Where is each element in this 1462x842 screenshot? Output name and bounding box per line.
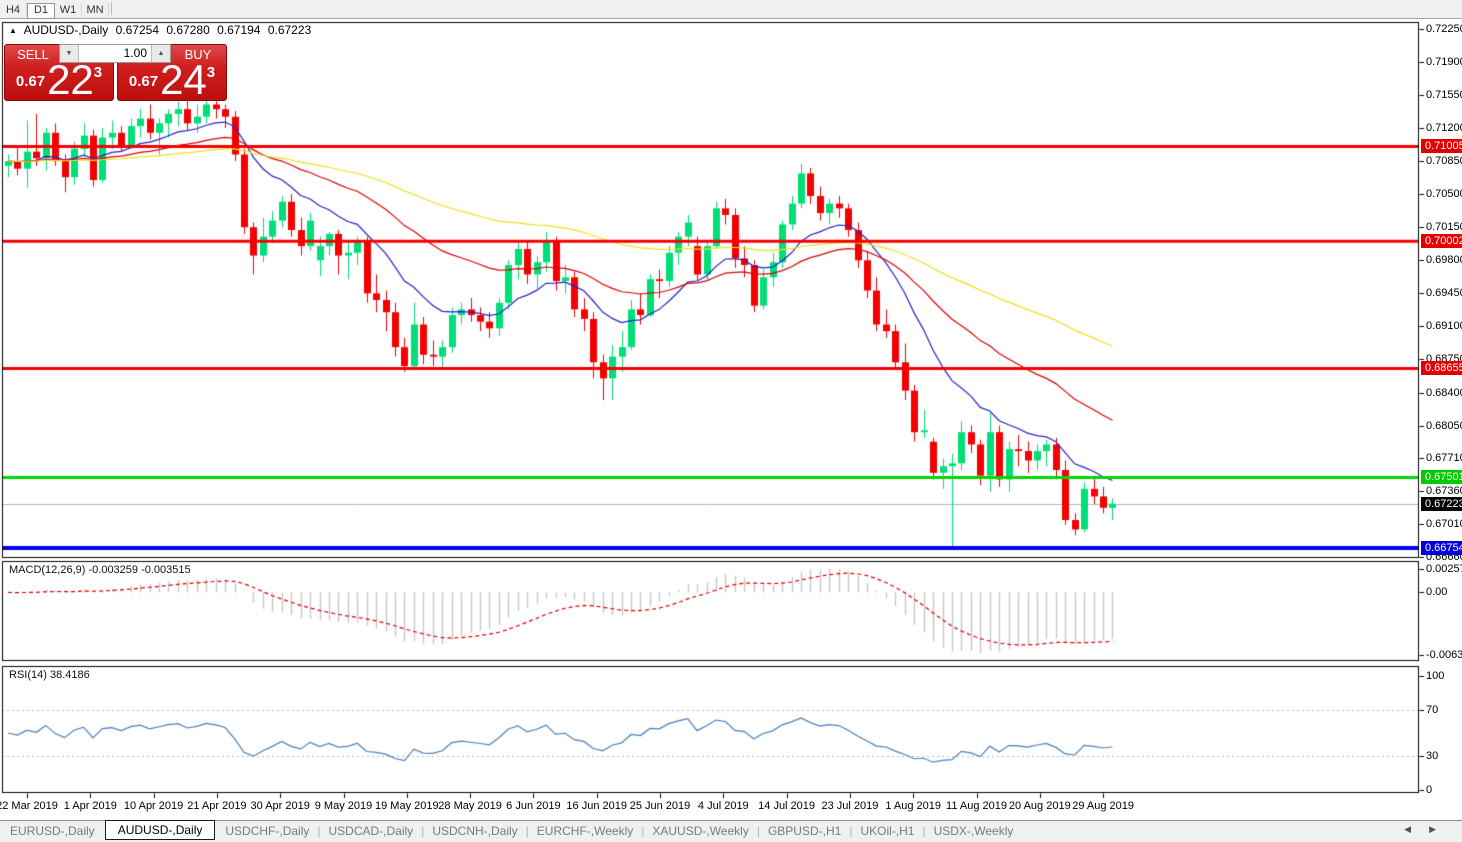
level-price-badge: 0.66754 bbox=[1421, 541, 1462, 555]
date-axis-label: 6 Jun 2019 bbox=[506, 800, 560, 812]
date-axis-label: 28 May 2019 bbox=[438, 800, 502, 812]
volume-decrease-button[interactable]: ▼ bbox=[60, 45, 79, 62]
chart-low-value: 0.67194 bbox=[217, 23, 260, 37]
price-axis-label: 0.72250 bbox=[1426, 23, 1462, 35]
macd-main-value: -0.003259 bbox=[88, 564, 138, 576]
price-axis-label: 0.71550 bbox=[1426, 89, 1462, 101]
price-axis-label: 0.68050 bbox=[1426, 420, 1462, 432]
tab-audusd-daily[interactable]: AUDUSD-,Daily bbox=[105, 820, 216, 840]
sell-price-sup: 3 bbox=[94, 64, 102, 81]
date-axis-label: 10 Apr 2019 bbox=[124, 800, 183, 812]
date-axis-label: 30 Apr 2019 bbox=[251, 800, 310, 812]
tab-usdx-weekly[interactable]: USDX-,Weekly bbox=[924, 821, 1024, 841]
volume-increase-button[interactable]: ▲ bbox=[151, 45, 170, 62]
date-axis-label: 1 Apr 2019 bbox=[64, 800, 117, 812]
chart-tab-bar: EURUSD-,DailyAUDUSD-,DailyUSDCHF-,Daily|… bbox=[0, 821, 1462, 842]
level-price-badge: 0.70002 bbox=[1421, 234, 1462, 248]
volume-spinner: ▼ 1.00 ▲ bbox=[59, 44, 171, 63]
price-axis-label: 0.69800 bbox=[1426, 254, 1462, 266]
date-axis-label: 19 May 2019 bbox=[375, 800, 439, 812]
date-axis-label: 23 Jul 2019 bbox=[821, 800, 878, 812]
date-axis-label: 14 Jul 2019 bbox=[758, 800, 815, 812]
price-axis-label: 0.69100 bbox=[1426, 320, 1462, 332]
date-axis-label: 25 Jun 2019 bbox=[630, 800, 691, 812]
macd-axis-min: -0.006326 bbox=[1426, 649, 1462, 661]
timeframe-button-h4[interactable]: H4 bbox=[0, 3, 27, 17]
price-axis-label: 0.67360 bbox=[1426, 485, 1462, 497]
date-axis-label: 1 Aug 2019 bbox=[885, 800, 941, 812]
date-axis-label: 16 Jun 2019 bbox=[566, 800, 627, 812]
rsi-axis-label: 30 bbox=[1426, 750, 1438, 762]
price-axis-label: 0.67010 bbox=[1426, 518, 1462, 530]
symbol-marker-icon: ▲ bbox=[9, 26, 17, 35]
date-axis-label: 20 Aug 2019 bbox=[1009, 800, 1071, 812]
price-axis-label: 0.69450 bbox=[1426, 287, 1462, 299]
chart-close-value: 0.67223 bbox=[268, 23, 311, 37]
price-axis-label: 0.70500 bbox=[1426, 188, 1462, 200]
date-axis-label: 21 Apr 2019 bbox=[187, 800, 246, 812]
rsi-label: RSI(14) 38.4186 bbox=[9, 669, 90, 681]
current-price-badge: 0.67223 bbox=[1421, 497, 1462, 511]
level-price-badge: 0.68655 bbox=[1421, 361, 1462, 375]
date-axis-label: 22 Mar 2019 bbox=[0, 800, 58, 812]
price-axis-label: 0.70850 bbox=[1426, 155, 1462, 167]
tab-usdcnh-daily[interactable]: USDCNH-,Daily bbox=[422, 821, 527, 841]
buy-price: 0.67 24 3 bbox=[118, 61, 226, 99]
sell-price-big: 22 bbox=[47, 61, 94, 99]
timeframe-button-mn[interactable]: MN bbox=[82, 3, 109, 17]
price-axis-label: 0.68400 bbox=[1426, 387, 1462, 399]
date-axis-label: 4 Jul 2019 bbox=[698, 800, 749, 812]
date-axis-label: 29 Aug 2019 bbox=[1072, 800, 1134, 812]
price-axis-label: 0.67710 bbox=[1426, 452, 1462, 464]
macd-label: MACD(12,26,9) -0.003259 -0.003515 bbox=[9, 564, 191, 576]
chart-high-value: 0.67280 bbox=[166, 23, 209, 37]
tab-scroll-left-icon[interactable]: ◀ bbox=[1404, 824, 1429, 834]
buy-price-big: 24 bbox=[160, 61, 207, 99]
rsi-axis-label: 100 bbox=[1426, 670, 1444, 682]
timeframe-toolbar: H4D1W1MN bbox=[0, 0, 1462, 19]
timeframe-button-w1[interactable]: W1 bbox=[55, 3, 82, 17]
timeframe-button-d1[interactable]: D1 bbox=[27, 3, 55, 19]
level-price-badge: 0.67501 bbox=[1421, 470, 1462, 484]
sell-price-prefix: 0.67 bbox=[16, 73, 45, 90]
buy-price-sup: 3 bbox=[207, 64, 215, 81]
price-chart-canvas[interactable] bbox=[0, 0, 1462, 842]
rsi-value: 38.4186 bbox=[50, 669, 90, 681]
tab-ukoil-h1[interactable]: UKOil-,H1 bbox=[850, 821, 924, 841]
price-axis-label: 0.71200 bbox=[1426, 122, 1462, 134]
chart-symbol-label: AUDUSD-,Daily bbox=[24, 23, 109, 37]
tab-eurchf-weekly[interactable]: EURCHF-,Weekly bbox=[527, 821, 643, 841]
date-axis-label: 11 Aug 2019 bbox=[946, 800, 1007, 812]
date-axis-label: 9 May 2019 bbox=[315, 800, 372, 812]
macd-axis-max: 0.002574 bbox=[1426, 563, 1462, 575]
volume-input[interactable]: 1.00 bbox=[79, 45, 151, 62]
price-axis-label: 0.71900 bbox=[1426, 56, 1462, 68]
tab-eurusd-daily[interactable]: EURUSD-,Daily bbox=[0, 821, 105, 841]
macd-signal-value: -0.003515 bbox=[141, 564, 191, 576]
tab-gbpusd-h1[interactable]: GBPUSD-,H1 bbox=[758, 821, 851, 841]
level-price-badge: 0.71005 bbox=[1421, 139, 1462, 153]
macd-axis-zero: 0.00 bbox=[1426, 586, 1447, 598]
buy-price-prefix: 0.67 bbox=[129, 73, 158, 90]
tab-usdcad-daily[interactable]: USDCAD-,Daily bbox=[319, 821, 424, 841]
rsi-axis-label: 0 bbox=[1426, 784, 1432, 796]
price-axis-label: 0.70150 bbox=[1426, 221, 1462, 233]
tab-scroll-right-icon[interactable]: ▶ bbox=[1429, 824, 1454, 834]
tab-xauusd-weekly[interactable]: XAUUSD-,Weekly bbox=[642, 821, 758, 841]
rsi-axis-label: 70 bbox=[1426, 704, 1438, 716]
sell-price: 0.67 22 3 bbox=[5, 61, 113, 99]
tab-usdchf-daily[interactable]: USDCHF-,Daily bbox=[215, 821, 319, 841]
toolbar-separator bbox=[111, 2, 112, 15]
chart-title: ▲ AUDUSD-,Daily 0.67254 0.67280 0.67194 … bbox=[9, 23, 315, 37]
chart-open-value: 0.67254 bbox=[116, 23, 159, 37]
